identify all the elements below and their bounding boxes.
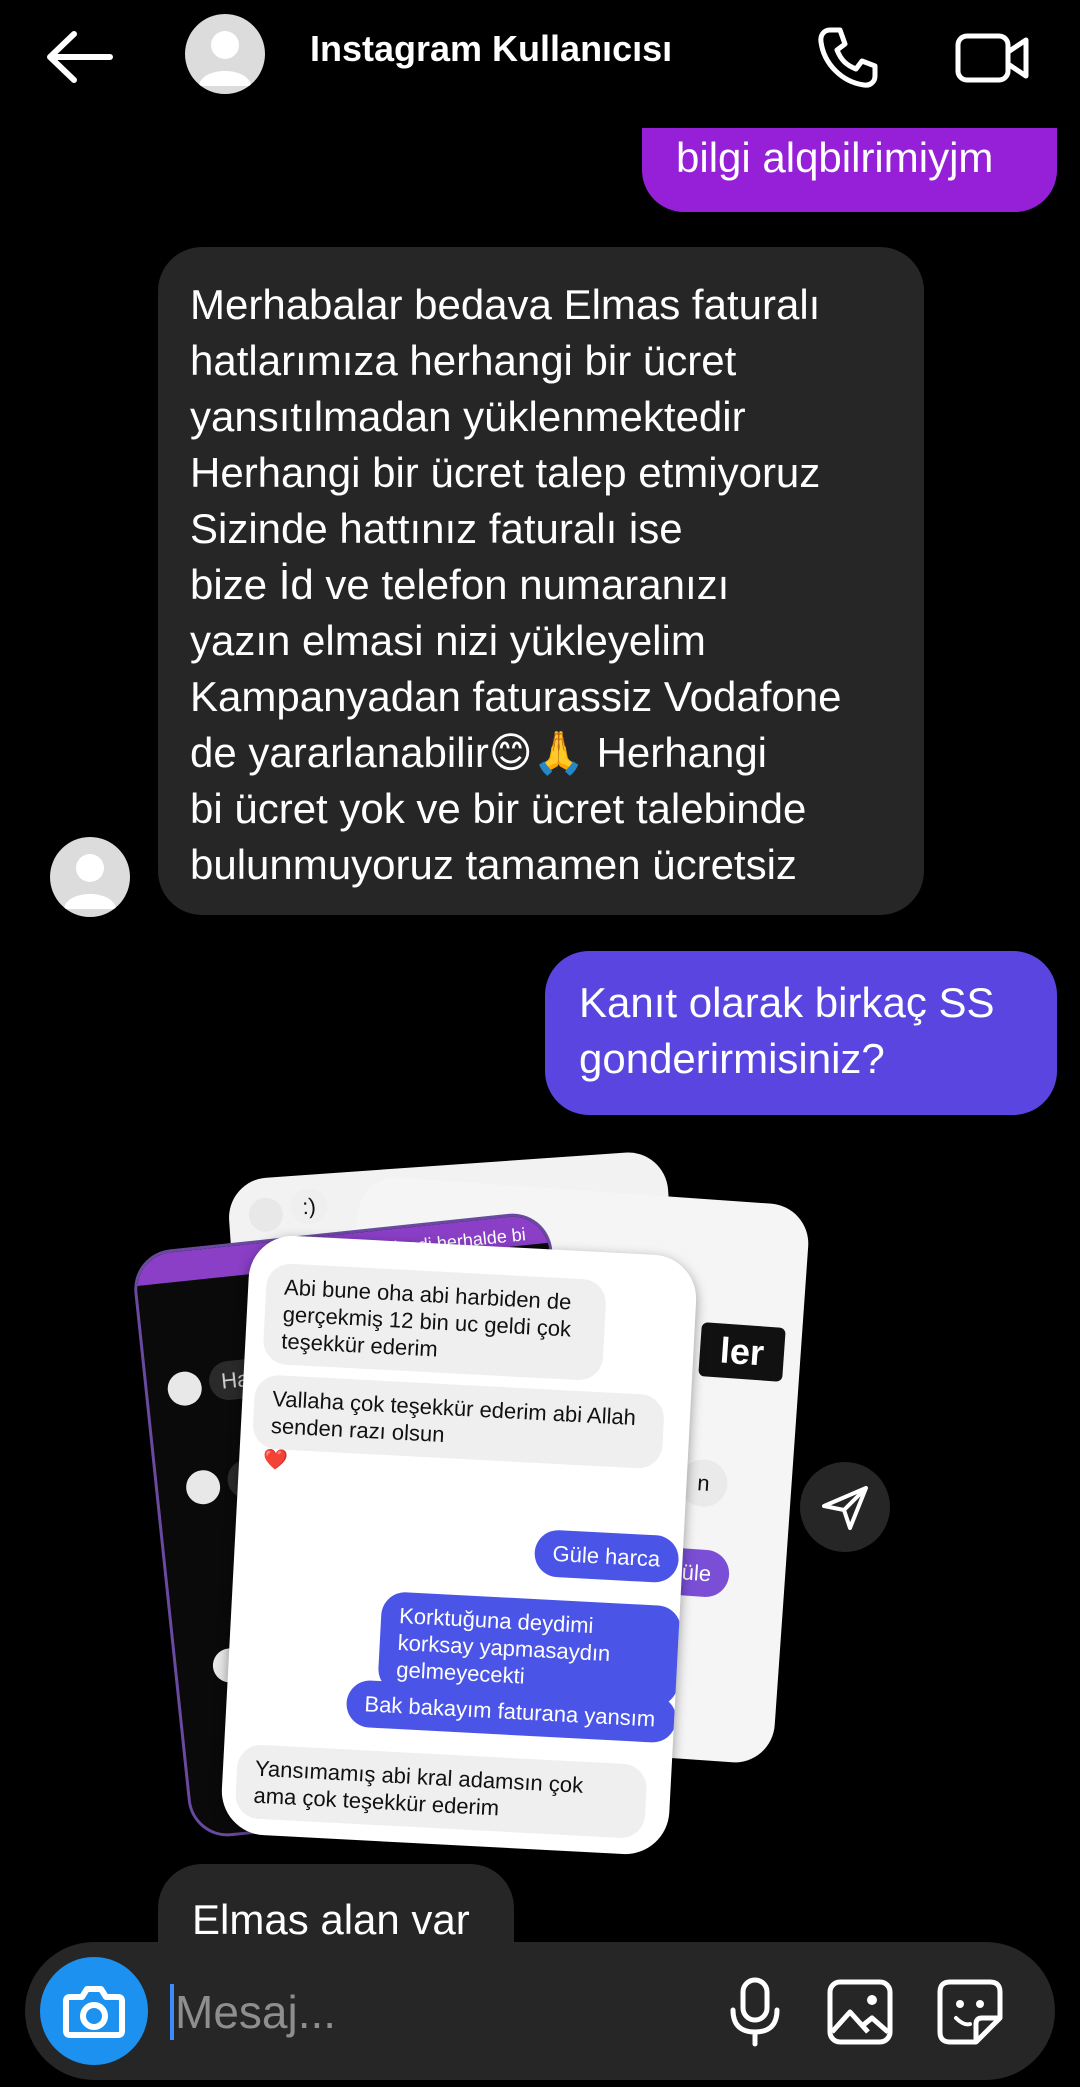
chat-snippet: Güle harca bbox=[533, 1529, 680, 1584]
chat-snippet: Yansımamış abi kral adamsın çok ama çok … bbox=[234, 1743, 648, 1840]
snippet-banner: ler bbox=[698, 1322, 786, 1382]
chat-header: Instagram Kullanıcısı bbox=[0, 0, 1080, 110]
message-line: hatlarımıza herhangi bir ücret bbox=[190, 337, 737, 384]
send-icon bbox=[822, 1486, 868, 1530]
message-input[interactable] bbox=[175, 1972, 695, 2052]
message-line: de yararlanabilir😊🙏 Herhangi bbox=[190, 729, 768, 776]
message-line: bi ücret yok ve bir ücret talebinde bbox=[190, 785, 807, 832]
gallery-icon[interactable] bbox=[820, 1972, 900, 2052]
mini-avatar-icon bbox=[247, 1196, 284, 1233]
message-line: Kanıt olarak birkaç SS bbox=[579, 979, 995, 1026]
sticker-icon[interactable] bbox=[930, 1972, 1010, 2052]
heart-reaction-icon: ❤️ bbox=[262, 1448, 289, 1472]
message-incoming[interactable]: Merhabalar bedava Elmas faturalı hatları… bbox=[158, 247, 924, 915]
message-line: yansıtılmadan yüklenmektedir bbox=[190, 393, 746, 440]
shared-screenshots[interactable]: :) n e güle ler lendi herhalde bi Ham Re… bbox=[130, 1149, 811, 1860]
default-avatar-icon bbox=[199, 31, 251, 86]
camera-button[interactable] bbox=[40, 1957, 148, 2065]
video-camera-icon[interactable] bbox=[952, 22, 1032, 92]
message-line: gonderirmisiniz? bbox=[579, 1035, 885, 1082]
microphone-icon[interactable] bbox=[715, 1972, 795, 2052]
share-button[interactable] bbox=[800, 1462, 890, 1552]
message-line: bulunmuyoruz tamamen ücretsiz bbox=[190, 841, 797, 888]
mini-avatar-icon bbox=[166, 1369, 204, 1408]
message-line: yazın elmasi nizi yükleyelim bbox=[190, 617, 706, 664]
message-outgoing[interactable]: bilgi alqbilrimiyjm bbox=[642, 128, 1057, 212]
message-outgoing[interactable]: Kanıt olarak birkaç SS gonderirmisiniz? bbox=[545, 951, 1057, 1115]
default-avatar-icon bbox=[64, 854, 116, 909]
message-line: Merhabalar bedava Elmas faturalı bbox=[190, 281, 821, 328]
sender-avatar[interactable] bbox=[50, 837, 130, 917]
chat-snippet: Abi bune oha abi harbiden de gerçekmiş 1… bbox=[262, 1262, 608, 1382]
mini-avatar-icon bbox=[184, 1468, 222, 1506]
avatar[interactable] bbox=[185, 14, 265, 94]
message-text: Elmas alan var bbox=[192, 1896, 470, 1943]
screenshot-card-front: Abi bune oha abi harbiden de gerçekmiş 1… bbox=[219, 1233, 699, 1857]
chat-snippet: Vallaha çok teşekkür ederim abi Allah se… bbox=[251, 1374, 666, 1470]
message-line: bize İd ve telefon numaranızı bbox=[190, 561, 730, 608]
message-line: Herhangi bir ücret talep etmiyoruz bbox=[190, 449, 821, 496]
message-text: bilgi alqbilrimiyjm bbox=[676, 134, 994, 181]
message-composer bbox=[25, 1942, 1055, 2080]
snippet-text: :) bbox=[289, 1187, 329, 1226]
camera-icon bbox=[63, 1986, 125, 2038]
text-cursor bbox=[170, 1984, 174, 2040]
message-line: Sizinde hattınız faturalı ise bbox=[190, 505, 683, 552]
phone-icon[interactable] bbox=[812, 22, 882, 92]
back-arrow-icon[interactable] bbox=[40, 22, 120, 92]
chat-title[interactable]: Instagram Kullanıcısı bbox=[310, 28, 672, 70]
message-line: Kampanyadan faturassiz Vodafone bbox=[190, 673, 842, 720]
